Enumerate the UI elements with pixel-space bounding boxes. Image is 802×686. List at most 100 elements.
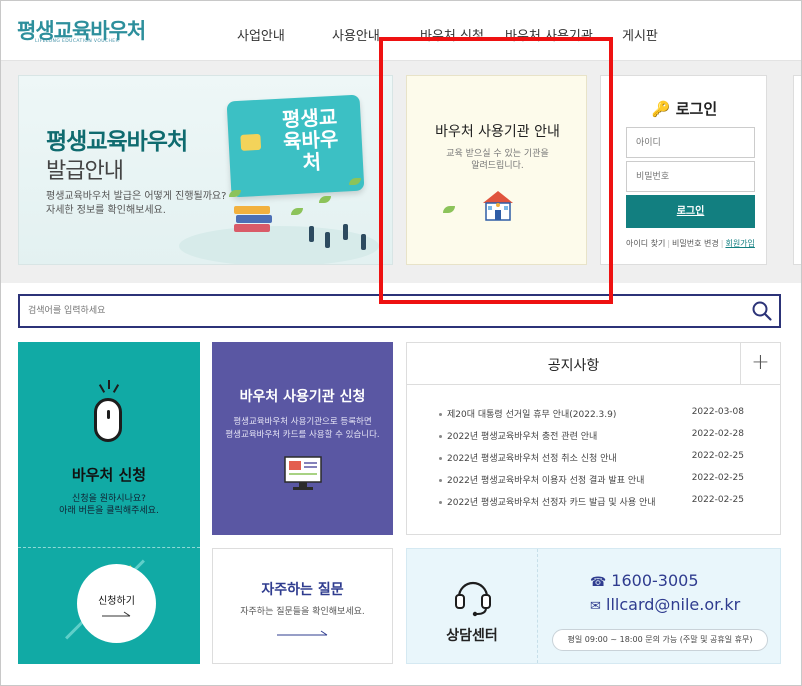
login-title: 🔑 로그인 [601,98,768,119]
banner-floor [179,226,379,264]
apply-desc-line: 신청을 원하시나요? [72,494,146,504]
bullet-icon [439,457,442,460]
leaf-icon [291,208,303,215]
bullet-icon [439,479,442,482]
notice-item-title: 2022년 평생교육바우처 선정자 카드 발급 및 사용 안내 [447,498,656,508]
nav-voucher-institution[interactable]: 바우처 사용기관 [505,25,593,44]
login-links: 아이디 찾기 | 비밀번호 변경 | 회원가입 [626,238,755,249]
issue-guide-banner[interactable]: 평생교육바우처 평생교육바우처 발급안내 평생교육바우처 발급은 어떻게 진행될… [18,75,393,265]
search-input[interactable] [20,296,740,326]
bullet-icon [439,435,442,438]
notice-item[interactable]: 2022년 평생교육바우처 선정자 카드 발급 및 사용 안내 2022-02-… [439,495,744,509]
bullet-icon [439,413,442,416]
banner-subtitle: 발급안내 [46,159,124,184]
institution-guide-desc-line: 교육 받으실 수 있는 기관을 [446,149,549,159]
search-bar [18,294,781,328]
bullet-icon [439,501,442,504]
book-shape [236,215,272,223]
notice-item[interactable]: 2022년 평생교육바우처 이용자 선정 결과 발표 안내 2022-02-25 [439,473,744,487]
notice-item-date: 2022-02-25 [691,495,744,505]
headset-icon [455,581,491,617]
notice-item[interactable]: 2022년 평생교육바우처 충전 관련 안내 2022-02-28 [439,429,744,443]
notice-item[interactable]: 2022년 평생교육바우처 선정 취소 신청 안내 2022-02-25 [439,451,744,465]
institution-apply-desc: 평생교육바우처 사용기관으로 등록하면 평생교육바우처 카드를 사용할 수 있습… [212,416,393,442]
link-separator: | [720,239,724,248]
person-figure [343,224,348,240]
arrow-right-icon [277,630,328,636]
phone-icon: ☎ [590,575,607,590]
header: 평생교육바우처 LIFELONG EDUCATION VOUCHER 사업안내 … [1,1,801,61]
change-password-link[interactable]: 비밀번호 변경 [672,239,719,248]
apply-desc-line: 아래 버튼을 클릭해주세요. [59,506,159,516]
banner-description: 평생교육바우처 발급은 어떻게 진행될까요? 자세한 정보를 확인해보세요. [46,190,226,218]
apply-title: 바우처 신청 [71,466,147,484]
notice-header: 공지사항 + [407,343,780,385]
phone-text: 1600-3005 [611,571,699,590]
search-icon[interactable] [751,300,773,322]
notice-item-date: 2022-02-28 [691,429,744,439]
voucher-apply-tile: 바우처 신청 신청을 원하시나요? 아래 버튼을 클릭해주세요. 신청하기 [18,342,200,664]
book-shape [234,206,270,214]
institution-apply-desc-line: 평생교육바우처 카드를 사용할 수 있습니다. [225,430,380,440]
notice-item-date: 2022-03-08 [691,407,744,417]
faq-tile[interactable]: 자주하는 질문 자주하는 질문들을 확인해보세요. [212,548,393,664]
more-plus-icon[interactable]: + [740,343,780,385]
faq-desc: 자주하는 질문들을 확인해보세요. [240,607,365,617]
notice-item[interactable]: 제20대 대통령 선거일 휴무 안내(2022.3.9) 2022-03-08 [439,407,744,421]
phone-number[interactable]: ☎ 1600-3005 [590,571,699,590]
join-link[interactable]: 회원가입 [725,239,754,248]
find-id-link[interactable]: 아이디 찾기 [626,239,665,248]
leaf-icon [443,206,455,213]
help-center: 상담센터 ☎ 1600-3005 ✉ lllcard@nile.or.kr 평일… [406,548,781,664]
institution-apply-desc-line: 평생교육바우처 사용기관으로 등록하면 [233,417,372,427]
business-hours: 평일 09:00 ~ 18:00 문의 가능 (주말 및 공휴일 휴무) [552,629,768,651]
id-input[interactable] [626,127,755,158]
nav-usage-info[interactable]: 사용안내 [332,25,380,44]
banner-desc-line: 자세한 정보를 확인해보세요. [46,205,166,216]
ray-shape [112,384,120,393]
notice-item-title: 2022년 평생교육바우처 충전 관련 안내 [447,432,598,442]
login-box: 🔑 로그인 로그인 아이디 찾기|비밀번호 변경|회원가입 [600,75,767,265]
center-divider [537,549,538,663]
email-text: lllcard@nile.or.kr [606,595,741,614]
nav-voucher-apply[interactable]: 바우처 신청 [420,25,484,44]
notice-item-date: 2022-02-25 [691,451,744,461]
login-button[interactable]: 로그인 [626,195,755,228]
logo-subtext: LIFELONG EDUCATION VOUCHER [35,39,120,44]
institution-apply-title: 바우처 사용기관 신청 [239,389,366,405]
arrow-right-icon [102,611,131,617]
notice-item-date: 2022-02-25 [691,473,744,483]
mouse-icon [94,398,122,442]
ray-shape [98,384,106,393]
apply-desc: 신청을 원하시나요? 아래 버튼을 클릭해주세요. [18,493,200,517]
card-chip-icon [240,133,262,151]
mail-icon: ✉ [590,599,601,614]
person-figure [325,232,330,248]
institution-guide-panel[interactable]: 바우처 사용기관 안내 교육 받으실 수 있는 기관을 알려드립니다. [406,75,587,265]
notice-item-title: 제20대 대통령 선거일 휴무 안내(2022.3.9) [447,410,617,420]
nav-business-info[interactable]: 사업안내 [237,25,285,44]
mouse-wheel [107,410,110,419]
books-icon [234,206,274,236]
nav-board[interactable]: 게시판 [622,25,658,44]
monitor-icon [284,456,322,490]
apply-button[interactable]: 신청하기 [77,564,156,643]
leaf-icon [319,196,331,203]
apply-button-label: 신청하기 [98,596,135,607]
email-address[interactable]: ✉ lllcard@nile.or.kr [590,595,740,614]
password-input[interactable] [626,161,755,192]
institution-guide-desc: 교육 받으실 수 있는 기관을 알려드립니다. [407,148,588,172]
notice-item-title: 2022년 평생교육바우처 선정 취소 신청 안내 [447,454,617,464]
school-building-icon [483,191,513,221]
book-shape [234,224,270,232]
logo[interactable]: 평생교육바우처 LIFELONG EDUCATION VOUCHER [17,15,146,49]
link-separator: | [667,239,671,248]
ray-shape [108,380,110,389]
notice-item-title: 2022년 평생교육바우처 이용자 선정 결과 발표 안내 [447,476,645,486]
institution-guide-title: 바우처 사용기관 안내 [435,124,560,140]
key-icon: 🔑 [651,100,671,118]
voucher-card-image: 평생교육바우처 [226,94,365,198]
notice-board: 공지사항 + 제20대 대통령 선거일 휴무 안내(2022.3.9) 2022… [406,342,781,535]
tile-divider [18,547,200,548]
institution-apply-tile[interactable]: 바우처 사용기관 신청 평생교육바우처 사용기관으로 등록하면 평생교육바우처 … [212,342,393,535]
